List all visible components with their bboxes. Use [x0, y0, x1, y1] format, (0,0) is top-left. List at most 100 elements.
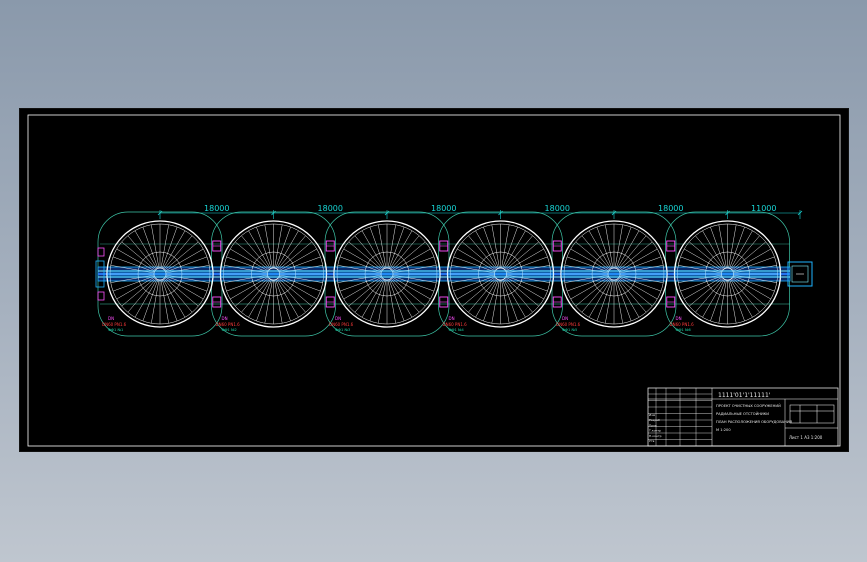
tank-spoke — [575, 277, 610, 307]
tank-spoke — [276, 230, 299, 269]
tank-label-mark: DN — [449, 316, 455, 321]
clarifier-tanks: DNDN60 PN1.6ФФ1 №1DNDN60 PN1.6ФФ1 №2DNDN… — [95, 211, 813, 337]
title-block-row-label: Н.контр — [649, 434, 662, 438]
tank-spoke — [596, 226, 613, 269]
tank-spoke — [581, 278, 611, 313]
tank-label-code: DN60 PN1.6 — [556, 322, 581, 327]
tank-spoke — [161, 279, 178, 322]
title-block-row-label: Т.контр — [648, 429, 661, 433]
tank-spoke — [731, 235, 760, 270]
tank-spoke — [354, 278, 384, 313]
tank-spoke — [151, 224, 160, 269]
tank-spoke — [348, 277, 383, 307]
tank-spoke — [164, 277, 199, 307]
tank-spoke — [127, 278, 157, 313]
tank-spoke — [264, 224, 273, 269]
tank-spoke — [387, 279, 396, 324]
tank-bridge — [674, 270, 781, 278]
dimension-label: 18000 — [658, 204, 683, 213]
tank-spoke — [475, 230, 498, 269]
drawing-canvas[interactable]: 18000 18000 18000 18000 18000 11000 DNDN60 PN… — [20, 109, 848, 451]
tank-spoke — [483, 279, 499, 322]
pump-marker — [97, 291, 105, 301]
tank-spoke — [730, 230, 753, 269]
tank-spoke — [378, 224, 387, 269]
tank-label-mark: DN — [108, 316, 114, 321]
tank-spoke — [501, 279, 510, 324]
tank-spoke — [241, 278, 270, 313]
cad-viewport[interactable]: 18000 18000 18000 18000 18000 11000 DN DN60 PN… — [0, 0, 867, 562]
tank-spoke — [369, 226, 386, 269]
tank-spoke — [274, 224, 283, 269]
tank-spoke — [702, 230, 725, 269]
dimension-label: 18000 — [318, 204, 343, 213]
tank-spoke — [575, 241, 610, 271]
tank-spoke — [695, 278, 724, 313]
tank-spoke — [389, 279, 413, 318]
title-block-row-label: Утв — [649, 439, 655, 443]
clarifier-tank: DNDN60 PN1.6ФФ1 №5 — [556, 220, 676, 332]
tank-spoke — [491, 224, 500, 269]
tank-spoke — [378, 279, 387, 324]
tank-spoke — [276, 279, 299, 318]
tank-spoke — [121, 277, 156, 307]
tank-spoke — [462, 277, 497, 307]
tank-spoke — [475, 279, 498, 318]
tank-spoke — [618, 277, 653, 307]
tank-spoke — [728, 279, 737, 324]
tank-label-note: ФФ1 №2 — [222, 328, 237, 332]
tank-spoke — [361, 230, 385, 269]
tank-spoke — [256, 279, 272, 322]
tank-spoke — [718, 224, 727, 269]
tank-label-code: DN60 PN1.6 — [670, 322, 695, 327]
tank-label-code: DN60 PN1.6 — [329, 322, 354, 327]
drawing-sheet[interactable]: 18000 18000 18000 18000 18000 11000 DN DN60 PN… — [19, 108, 849, 452]
tank-spoke — [588, 279, 612, 318]
tank-spoke — [277, 235, 306, 270]
tank-spoke — [617, 235, 647, 270]
tank-spoke — [248, 279, 271, 318]
tank-spoke — [504, 278, 533, 313]
tank-spoke — [277, 241, 312, 271]
tank-spoke — [163, 235, 193, 270]
tank-spoke — [387, 224, 396, 269]
clarifier-tank: DNDN60 PN1.6ФФ1 №2 — [216, 220, 335, 332]
tank-label-mark: DN — [676, 316, 682, 321]
dimension-label: 18000 — [204, 204, 229, 213]
tank-spoke — [468, 278, 497, 313]
tank-spoke — [618, 241, 653, 271]
tank-spoke — [729, 279, 745, 322]
tank-label-note: ФФ1 №4 — [449, 328, 465, 332]
tank-spoke — [163, 278, 193, 313]
clarifier-tank: DNDN60 PN1.6ФФ1 №6 — [670, 220, 782, 332]
tank-spoke — [127, 235, 157, 270]
tank-spoke — [151, 279, 160, 324]
dimension-label: 11000 — [751, 204, 776, 213]
tank-spoke — [256, 226, 272, 269]
tank-spoke — [615, 279, 632, 322]
tank-spoke — [581, 235, 611, 270]
tank-spoke — [162, 279, 186, 318]
tank-spoke — [728, 224, 737, 269]
tank-spoke — [241, 235, 270, 270]
tank-spoke — [718, 279, 727, 324]
tank-label-mark: DN — [335, 316, 341, 321]
tank-spoke — [354, 235, 384, 270]
tank-spoke — [142, 226, 159, 269]
tank-spoke — [164, 241, 199, 271]
tank-spoke — [369, 279, 386, 322]
tank-label-note: ФФ1 №6 — [676, 328, 691, 332]
tank-spoke — [614, 279, 623, 324]
tank-spoke — [605, 279, 614, 324]
tank-spoke — [134, 279, 158, 318]
tank-label-mark: DN — [562, 316, 568, 321]
dimension-chain: 18000 18000 18000 18000 18000 11000 — [157, 204, 803, 219]
title-block-line-3: ПЛАН РАСПОЛОЖЕНИЯ ОБОРУДОВАНИЯ — [716, 420, 793, 424]
tank-label-note: ФФ1 №3 — [335, 328, 350, 332]
tank-spoke — [391, 277, 426, 307]
clarifier-tank: DNDN60 PN1.6ФФ1 №4 — [443, 220, 562, 332]
tank-spoke — [731, 241, 766, 271]
tank-spoke — [615, 226, 632, 269]
tank-spoke — [161, 226, 178, 269]
tank-spoke — [695, 235, 724, 270]
